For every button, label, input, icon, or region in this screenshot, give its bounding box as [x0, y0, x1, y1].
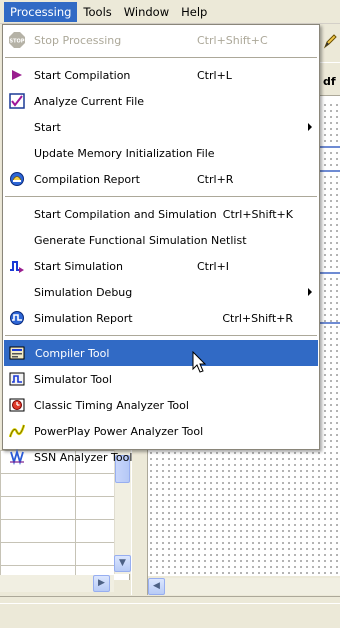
mouse-cursor-icon [192, 351, 207, 373]
menu-item-start[interactable]: Start [3, 114, 319, 140]
menu-item-label: Compilation Report [34, 172, 140, 186]
submenu-arrow-icon [308, 288, 312, 296]
menubar: Processing Tools Window Help [0, 0, 340, 24]
menu-item-compilation-report[interactable]: Compilation Report Ctrl+R [3, 166, 319, 192]
menu-item-label: Start Compilation [34, 68, 131, 82]
simulator-tool-icon [9, 371, 25, 387]
menu-help[interactable]: Help [175, 2, 213, 22]
signal-line [320, 322, 340, 324]
menu-item-label: PowerPlay Power Analyzer Tool [34, 424, 204, 438]
sim-report-icon [9, 310, 25, 326]
analyze-icon [9, 93, 25, 109]
signal-line [320, 146, 340, 148]
submenu-arrow-icon [308, 123, 312, 131]
menu-item-start-simulation[interactable]: Start Simulation Ctrl+I [3, 253, 319, 279]
report-icon [9, 171, 25, 187]
stop-icon: STOP [9, 32, 25, 48]
play-icon [9, 67, 25, 83]
menu-item-label: Start Compilation and Simulation [34, 207, 217, 221]
svg-text:STOP: STOP [10, 39, 25, 45]
menu-item-simulator-tool[interactable]: Simulator Tool [3, 366, 319, 392]
processing-menu: STOP Stop Processing Ctrl+Shift+C Start … [2, 24, 320, 465]
menu-item-shortcut: Ctrl+Shift+K [222, 207, 293, 221]
menu-item-label: Start Simulation [34, 259, 123, 273]
menu-processing[interactable]: Processing [4, 1, 78, 22]
compiler-tool-icon [9, 345, 25, 361]
grid-cover [320, 96, 340, 104]
scroll-left-button[interactable]: ◀ [148, 578, 165, 595]
menu-window[interactable]: Window [118, 2, 175, 22]
menu-item-label: Simulation Debug [34, 285, 133, 299]
menu-item-shortcut: Ctrl+Shift+C [197, 33, 268, 47]
menu-item-analyze-current-file[interactable]: Analyze Current File [3, 88, 319, 114]
menu-item-shortcut: Ctrl+I [197, 259, 230, 273]
scroll-right-button[interactable]: ▶ [93, 575, 110, 592]
menu-item-update-memory[interactable]: Update Memory Initialization File [3, 140, 319, 166]
menu-item-start-compilation-simulation[interactable]: Start Compilation and Simulation Ctrl+Sh… [3, 201, 319, 227]
signal-line [320, 272, 340, 274]
menu-item-label: Analyze Current File [34, 94, 145, 108]
menu-item-ssn-analyzer[interactable]: SSN Analyzer Tool [3, 444, 319, 470]
menu-item-simulation-debug[interactable]: Simulation Debug [3, 279, 319, 305]
signal-line [320, 170, 340, 172]
timing-analyzer-icon [9, 397, 25, 413]
menu-separator [3, 53, 319, 62]
ssn-analyzer-icon [9, 449, 25, 465]
menu-item-simulation-report[interactable]: Simulation Report Ctrl+Shift+R [3, 305, 319, 331]
menu-item-label: Classic Timing Analyzer Tool [34, 398, 189, 412]
power-analyzer-icon [9, 423, 25, 439]
horizontal-scrollbar-waveform[interactable] [148, 578, 340, 595]
scroll-down-button[interactable]: ▼ [114, 555, 131, 572]
status-bar [0, 596, 340, 628]
menu-item-label: Stop Processing [34, 33, 122, 47]
menu-item-stop-processing: STOP Stop Processing Ctrl+Shift+C [3, 27, 319, 53]
menu-item-label: Start [34, 120, 61, 134]
column-header[interactable]: df [320, 62, 340, 96]
menu-item-label: Simulator Tool [34, 372, 112, 386]
menu-item-start-compilation[interactable]: Start Compilation Ctrl+L [3, 62, 319, 88]
splitter[interactable] [131, 450, 148, 595]
menu-item-label: Simulation Report [34, 311, 133, 325]
menu-item-label: Update Memory Initialization File [34, 146, 215, 160]
menu-item-classic-timing-analyzer[interactable]: Classic Timing Analyzer Tool [3, 392, 319, 418]
pencil-icon[interactable] [323, 33, 337, 49]
menu-item-label: Generate Functional Simulation Netlist [34, 233, 247, 247]
menu-item-shortcut: Ctrl+L [197, 68, 232, 82]
menu-item-shortcut: Ctrl+R [197, 172, 234, 186]
menu-tools[interactable]: Tools [77, 2, 117, 22]
menu-item-shortcut: Ctrl+Shift+R [222, 311, 293, 325]
menu-item-label: SSN Analyzer Tool [34, 450, 133, 464]
menu-item-powerplay-analyzer[interactable]: PowerPlay Power Analyzer Tool [3, 418, 319, 444]
menu-separator [3, 192, 319, 201]
menu-item-label: Compiler Tool [35, 346, 110, 360]
simulation-icon [9, 258, 25, 274]
menu-item-generate-functional-netlist[interactable]: Generate Functional Simulation Netlist [3, 227, 319, 253]
menu-item-compiler-tool[interactable]: Compiler Tool [4, 340, 318, 366]
menu-separator [3, 331, 319, 340]
